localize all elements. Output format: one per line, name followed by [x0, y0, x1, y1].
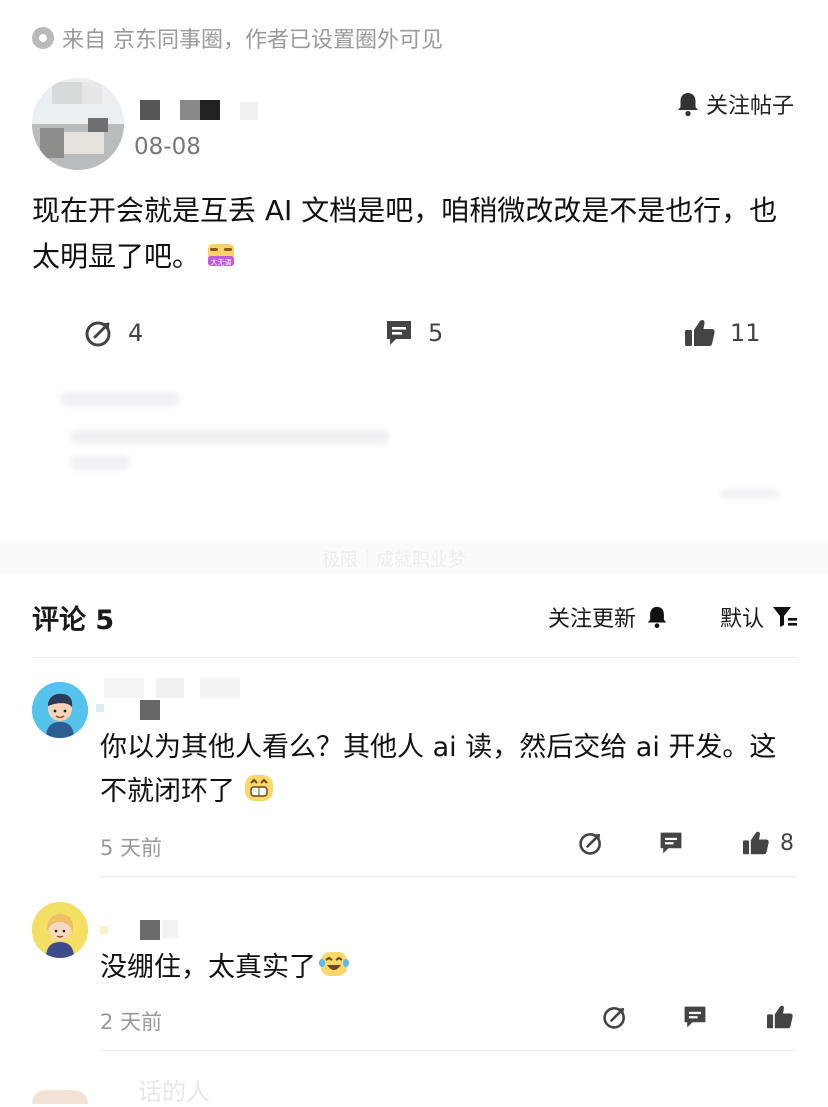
share-icon [85, 321, 111, 347]
comment-like-count: 8 [780, 830, 794, 856]
person-avatar-icon [32, 682, 88, 738]
comment-text: 没绷住，太真实了 [100, 946, 800, 990]
comment-body: 你以为其他人看么？其他人 ai 读，然后交给 ai 开发。这不就闭环了 [100, 732, 777, 807]
repost-button[interactable]: 4 [84, 318, 143, 348]
follow-post-label: 关注帖子 [705, 94, 794, 119]
source-text: 来自 京东同事圈，作者已设置圈外可见 [62, 28, 443, 53]
author-name-redacted[interactable] [140, 100, 270, 122]
circle-source-icon [32, 27, 54, 49]
comment-button[interactable]: 5 [384, 318, 443, 348]
like-count: 11 [730, 319, 761, 347]
laughing-emoji-icon [243, 772, 275, 804]
comment-like-button[interactable] [766, 1004, 794, 1030]
post-date: 08-08 [134, 134, 201, 160]
faded-banner: 极限｜成就职业梦 [0, 540, 828, 574]
follow-updates-label: 关注更新 [548, 607, 637, 632]
speechless-emoji-icon: 大无语 [206, 238, 236, 268]
comment-time: 2 天前 [100, 1010, 163, 1034]
comment-icon [684, 1006, 706, 1028]
thumbs-up-icon [767, 1005, 793, 1029]
author-avatar[interactable] [32, 78, 124, 170]
thumbs-up-icon [743, 831, 769, 855]
thumbs-up-icon [685, 319, 715, 346]
bell-icon [677, 93, 698, 117]
comment-icon [387, 321, 411, 345]
comment-repost-button[interactable] [578, 830, 604, 856]
repost-count: 4 [128, 319, 144, 347]
faded-embedded-card [60, 380, 780, 560]
follow-updates-button[interactable]: 关注更新 [548, 601, 668, 633]
comments-title: 评论 5 [32, 605, 115, 636]
comment-like-button[interactable]: 8 [742, 830, 794, 856]
sort-label: 默认 [720, 607, 765, 632]
comment-divider [100, 876, 796, 877]
comment-body: 没绷住，太真实了 [100, 952, 316, 983]
comment-repost-button[interactable] [602, 1004, 628, 1030]
faded-banner-text: 极限｜成就职业梦 [322, 550, 466, 571]
comment-avatar[interactable] [32, 682, 88, 738]
partial-comment-name: 话的人 [138, 1078, 210, 1106]
comment-text: 你以为其他人看么？其他人 ai 读，然后交给 ai 开发。这不就闭环了 [100, 726, 800, 814]
comment-divider [100, 1050, 796, 1051]
comment-count: 5 [428, 319, 444, 347]
comment-time: 5 天前 [100, 836, 163, 860]
bell-icon [647, 606, 667, 629]
share-icon [579, 833, 601, 855]
tears-of-joy-emoji-icon [318, 948, 350, 980]
commenter-name-redacted[interactable] [96, 678, 306, 722]
person-avatar-icon [32, 902, 88, 958]
filter-icon [773, 607, 798, 627]
header-divider [32, 657, 796, 658]
comment-reply-button[interactable] [682, 1004, 708, 1030]
comment-icon [660, 832, 682, 854]
sort-selector[interactable]: 默认 [720, 601, 798, 633]
comment-avatar[interactable] [32, 902, 88, 958]
follow-post-button[interactable]: 关注帖子 [676, 88, 794, 120]
emoji-caption: 大无语 [211, 258, 232, 267]
post-text: 现在开会就是互丢 AI 文档是吧，咱稍微改改是不是也行，也太明显了吧。 [32, 194, 778, 273]
commenter-name-redacted[interactable] [100, 914, 200, 944]
source-info: 来自 京东同事圈，作者已设置圈外可见 [32, 22, 443, 54]
share-icon [603, 1007, 625, 1029]
comment-avatar[interactable] [32, 1090, 88, 1104]
like-button[interactable]: 11 [684, 318, 761, 348]
comment-reply-button[interactable] [658, 830, 684, 856]
post-body: 现在开会就是互丢 AI 文档是吧，咱稍微改改是不是也行，也太明显了吧。 大无语 [32, 188, 802, 280]
